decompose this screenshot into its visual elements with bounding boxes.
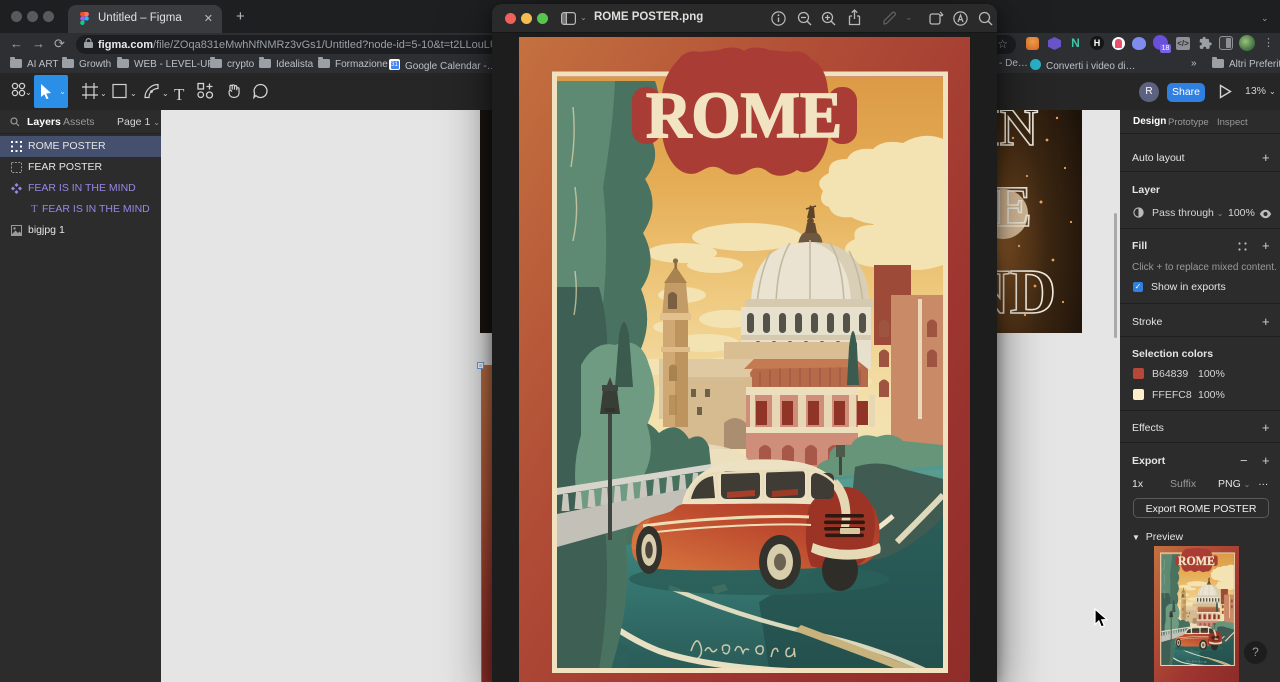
svg-text:THE: THE: [997, 174, 1032, 239]
svg-text:MIND: MIND: [997, 256, 1056, 327]
svg-text:IN: IN: [997, 110, 1038, 157]
